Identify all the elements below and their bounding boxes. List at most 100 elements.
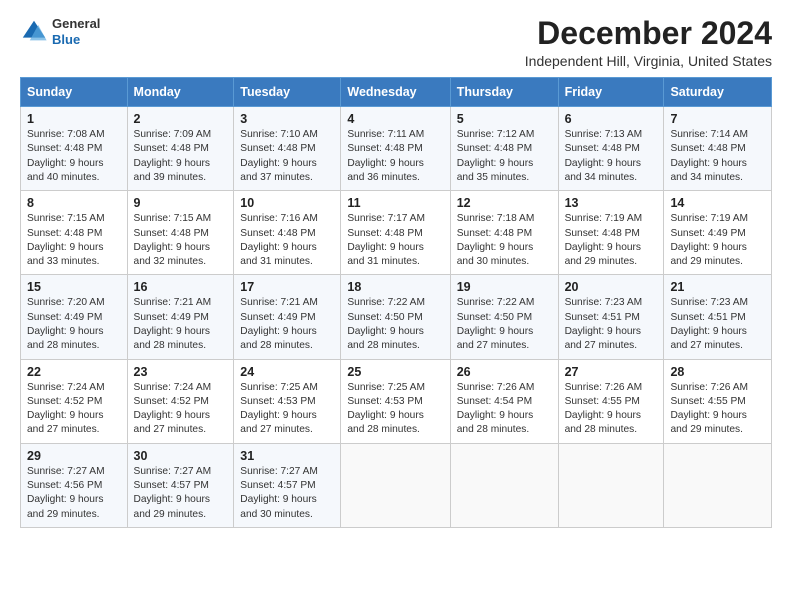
day-details: Sunrise: 7:18 AM Sunset: 4:48 PM Dayligh… [457,212,552,269]
day-number: 18 [347,280,443,294]
day-details: Sunrise: 7:23 AM Sunset: 4:51 PM Dayligh… [565,296,658,353]
calendar-cell: 4Sunrise: 7:11 AM Sunset: 4:48 PM Daylig… [341,107,450,191]
logo-blue-text: Blue [52,32,100,48]
day-number: 9 [134,196,228,210]
calendar-cell: 25Sunrise: 7:25 AM Sunset: 4:53 PM Dayli… [341,359,450,443]
day-details: Sunrise: 7:15 AM Sunset: 4:48 PM Dayligh… [134,212,228,269]
day-number: 30 [134,449,228,463]
calendar-cell: 7Sunrise: 7:14 AM Sunset: 4:48 PM Daylig… [664,107,772,191]
calendar-cell: 3 Sunrise: 7:10 AM Sunset: 4:48 PM Daylig… [234,107,341,191]
calendar-cell: 10Sunrise: 7:16 AM Sunset: 4:48 PM Dayli… [234,191,341,275]
logo: General Blue [20,16,100,47]
calendar-cell: 23 Sunrise: 7:24 AM Sunset: 4:52 PM Dayli… [127,359,234,443]
day-details: Sunrise: 7:19 AM Sunset: 4:49 PM Dayligh… [670,212,765,269]
calendar-cell: 20Sunrise: 7:23 AM Sunset: 4:51 PM Dayli… [558,275,664,359]
day-number: 17 [240,280,334,294]
day-details: Sunrise: 7:17 AM Sunset: 4:48 PM Dayligh… [347,212,443,269]
day-number: 27 [565,365,658,379]
calendar-cell: 27Sunrise: 7:26 AM Sunset: 4:55 PM Dayli… [558,359,664,443]
day-details: Sunrise: 7:21 AM Sunset: 4:49 PM Dayligh… [134,296,228,353]
calendar-cell: 5Sunrise: 7:12 AM Sunset: 4:48 PM Daylig… [450,107,558,191]
calendar-cell: 18Sunrise: 7:22 AM Sunset: 4:50 PM Dayli… [341,275,450,359]
calendar-cell: 9 Sunrise: 7:15 AM Sunset: 4:48 PM Daylig… [127,191,234,275]
day-details: Sunrise: 7:11 AM Sunset: 4:48 PM Dayligh… [347,128,443,185]
calendar-week-row: 29 Sunrise: 7:27 AM Sunset: 4:56 PM Dayli… [21,443,772,527]
day-details: Sunrise: 7:20 AM Sunset: 4:49 PM Dayligh… [27,296,121,353]
day-number: 8 [27,196,121,210]
day-details: Sunrise: 7:27 AM Sunset: 4:57 PM Dayligh… [134,465,228,522]
day-number: 29 [27,449,121,463]
day-number: 24 [240,365,334,379]
day-number: 26 [457,365,552,379]
day-number: 6 [565,112,658,126]
calendar-cell: 22 Sunrise: 7:24 AM Sunset: 4:52 PM Dayli… [21,359,128,443]
day-number: 15 [27,280,121,294]
calendar-cell: 28 Sunrise: 7:26 AM Sunset: 4:55 PM Dayli… [664,359,772,443]
day-details: Sunrise: 7:10 AM Sunset: 4:48 PM Dayligh… [240,128,334,185]
calendar-week-row: 15 Sunrise: 7:20 AM Sunset: 4:49 PM Dayli… [21,275,772,359]
day-details: Sunrise: 7:23 AM Sunset: 4:51 PM Dayligh… [670,296,765,353]
calendar-cell: 19Sunrise: 7:22 AM Sunset: 4:50 PM Dayli… [450,275,558,359]
calendar-week-row: 8 Sunrise: 7:15 AM Sunset: 4:48 PM Daylig… [21,191,772,275]
day-number: 14 [670,196,765,210]
day-number: 10 [240,196,334,210]
day-details: Sunrise: 7:24 AM Sunset: 4:52 PM Dayligh… [134,381,228,438]
day-details: Sunrise: 7:15 AM Sunset: 4:48 PM Dayligh… [27,212,121,269]
weekday-header-tuesday: Tuesday [234,78,341,107]
day-details: Sunrise: 7:25 AM Sunset: 4:53 PM Dayligh… [240,381,334,438]
day-number: 22 [27,365,121,379]
day-number: 23 [134,365,228,379]
calendar-cell: 24 Sunrise: 7:25 AM Sunset: 4:53 PM Dayli… [234,359,341,443]
day-details: Sunrise: 7:21 AM Sunset: 4:49 PM Dayligh… [240,296,334,353]
logo-icon [20,18,48,46]
calendar-cell: 26 Sunrise: 7:26 AM Sunset: 4:54 PM Dayli… [450,359,558,443]
day-number: 16 [134,280,228,294]
day-number: 13 [565,196,658,210]
day-number: 31 [240,449,334,463]
weekday-header-monday: Monday [127,78,234,107]
day-number: 7 [670,112,765,126]
day-number: 3 [240,112,334,126]
weekday-header-saturday: Saturday [664,78,772,107]
day-details: Sunrise: 7:27 AM Sunset: 4:56 PM Dayligh… [27,465,121,522]
day-number: 28 [670,365,765,379]
calendar-cell: 16 Sunrise: 7:21 AM Sunset: 4:49 PM Dayli… [127,275,234,359]
calendar-table: SundayMondayTuesdayWednesdayThursdayFrid… [20,77,772,528]
calendar-cell [558,443,664,527]
day-details: Sunrise: 7:12 AM Sunset: 4:48 PM Dayligh… [457,128,552,185]
day-number: 12 [457,196,552,210]
day-details: Sunrise: 7:26 AM Sunset: 4:55 PM Dayligh… [670,381,765,438]
calendar-cell: 2 Sunrise: 7:09 AM Sunset: 4:48 PM Daylig… [127,107,234,191]
calendar-cell: 6Sunrise: 7:13 AM Sunset: 4:48 PM Daylig… [558,107,664,191]
calendar-cell [341,443,450,527]
day-details: Sunrise: 7:25 AM Sunset: 4:53 PM Dayligh… [347,381,443,438]
calendar-cell: 8 Sunrise: 7:15 AM Sunset: 4:48 PM Daylig… [21,191,128,275]
weekday-header-row: SundayMondayTuesdayWednesdayThursdayFrid… [21,78,772,107]
weekday-header-wednesday: Wednesday [341,78,450,107]
day-details: Sunrise: 7:26 AM Sunset: 4:54 PM Dayligh… [457,381,552,438]
calendar-week-row: 22 Sunrise: 7:24 AM Sunset: 4:52 PM Dayli… [21,359,772,443]
calendar-cell: 29 Sunrise: 7:27 AM Sunset: 4:56 PM Dayli… [21,443,128,527]
calendar-cell: 30 Sunrise: 7:27 AM Sunset: 4:57 PM Dayli… [127,443,234,527]
weekday-header-thursday: Thursday [450,78,558,107]
day-number: 2 [134,112,228,126]
calendar-cell: 11 Sunrise: 7:17 AM Sunset: 4:48 PM Dayli… [341,191,450,275]
month-title: December 2024 [525,16,772,51]
calendar-cell: 21Sunrise: 7:23 AM Sunset: 4:51 PM Dayli… [664,275,772,359]
day-number: 11 [347,196,443,210]
calendar-cell: 15 Sunrise: 7:20 AM Sunset: 4:49 PM Dayli… [21,275,128,359]
day-details: Sunrise: 7:27 AM Sunset: 4:57 PM Dayligh… [240,465,334,522]
day-details: Sunrise: 7:22 AM Sunset: 4:50 PM Dayligh… [457,296,552,353]
calendar-cell: 13 Sunrise: 7:19 AM Sunset: 4:48 PM Dayli… [558,191,664,275]
day-details: Sunrise: 7:08 AM Sunset: 4:48 PM Dayligh… [27,128,121,185]
calendar-cell: 31 Sunrise: 7:27 AM Sunset: 4:57 PM Dayli… [234,443,341,527]
title-area: December 2024 Independent Hill, Virginia… [525,16,772,69]
page-header: General Blue December 2024 Independent H… [20,16,772,69]
weekday-header-sunday: Sunday [21,78,128,107]
day-details: Sunrise: 7:09 AM Sunset: 4:48 PM Dayligh… [134,128,228,185]
day-details: Sunrise: 7:24 AM Sunset: 4:52 PM Dayligh… [27,381,121,438]
day-details: Sunrise: 7:19 AM Sunset: 4:48 PM Dayligh… [565,212,658,269]
calendar-cell: 12 Sunrise: 7:18 AM Sunset: 4:48 PM Dayli… [450,191,558,275]
location-title: Independent Hill, Virginia, United State… [525,53,772,69]
day-number: 1 [27,112,121,126]
